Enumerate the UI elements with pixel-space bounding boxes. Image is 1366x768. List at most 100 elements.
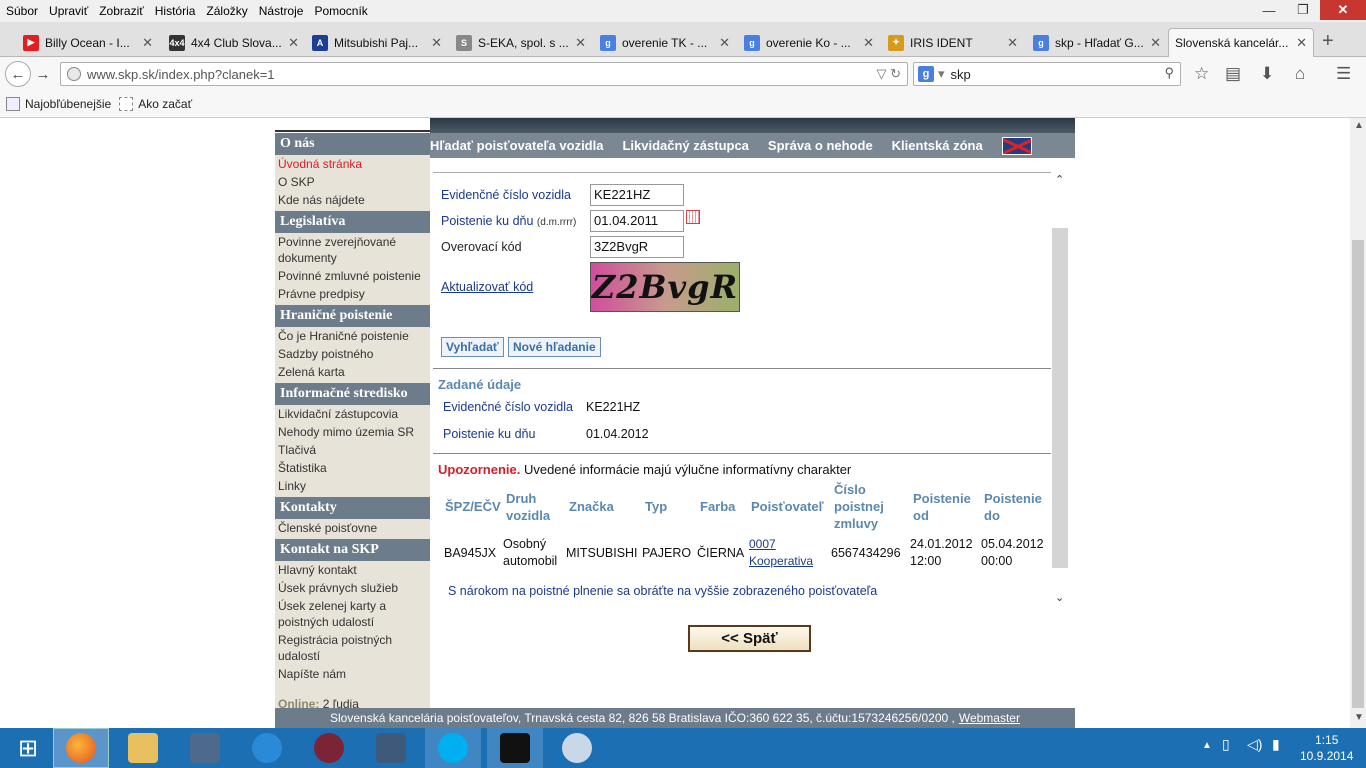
- sidebar-item[interactable]: Registrácia poistných udalostí: [275, 631, 430, 665]
- sidebar-item[interactable]: Tlačivá: [275, 441, 430, 459]
- forward-arrow-icon[interactable]: →: [33, 61, 53, 87]
- taskbar-blackberry[interactable]: [487, 728, 543, 768]
- sidebar-item[interactable]: Linky: [275, 477, 430, 495]
- tab-close-icon[interactable]: ✕: [719, 35, 730, 51]
- page-scrollbar[interactable]: ▲ ▼: [1350, 118, 1366, 728]
- taskbar-firefox[interactable]: [53, 728, 109, 768]
- download-icon[interactable]: ⬇: [1260, 64, 1274, 84]
- home-icon[interactable]: ⌂: [1295, 64, 1305, 84]
- browser-tab[interactable]: ▶ Billy Ocean - I... ✕: [17, 28, 159, 57]
- taskbar-skype[interactable]: [425, 728, 481, 768]
- back-arrow-icon[interactable]: ←: [5, 61, 31, 87]
- tab-close-icon[interactable]: ✕: [142, 35, 153, 51]
- inner-scrollbar-thumb[interactable]: [1052, 228, 1068, 568]
- browser-tab[interactable]: g skp - Hľadať G... ✕: [1027, 28, 1167, 57]
- tab-close-icon[interactable]: ✕: [1007, 35, 1018, 51]
- reload-icon[interactable]: ▽ ↻: [876, 66, 901, 82]
- insurer-link[interactable]: 0007 Kooperativa: [749, 536, 819, 570]
- magnifier-icon[interactable]: ⚲: [1164, 65, 1174, 81]
- browser-tab[interactable]: A Mitsubishi Paj... ✕: [306, 28, 448, 57]
- menu-item[interactable]: Nástroje: [253, 1, 309, 21]
- inner-scrollbar[interactable]: ⌃ ⌄: [1052, 173, 1068, 604]
- sidebar-item[interactable]: Právne predpisy: [275, 285, 430, 303]
- tab-close-icon[interactable]: ✕: [288, 35, 299, 51]
- device-icon[interactable]: ▯: [1222, 736, 1230, 753]
- english-flag-icon[interactable]: [1001, 136, 1032, 155]
- star-icon[interactable]: ☆: [1194, 64, 1209, 84]
- taskbar-paint[interactable]: [549, 728, 605, 768]
- sidebar-item[interactable]: Nehody mimo územia SR: [275, 423, 430, 441]
- tab-close-icon[interactable]: ✕: [431, 35, 442, 51]
- clock[interactable]: 1:15 10.9.2014: [1300, 732, 1353, 764]
- taskbar-ie[interactable]: [239, 728, 295, 768]
- bookmark-getting-started[interactable]: Ako začať: [119, 96, 192, 111]
- network-icon[interactable]: ▮: [1272, 736, 1280, 753]
- search-button[interactable]: Vyhľadať: [441, 337, 504, 357]
- sidebar-item[interactable]: Likvidační zástupcovia: [275, 405, 430, 423]
- menu-item[interactable]: Pomocník: [308, 1, 372, 21]
- page-scrollbar-thumb[interactable]: [1352, 240, 1364, 708]
- minimize-button[interactable]: —: [1252, 0, 1286, 20]
- browser-tab[interactable]: 4x4 4x4 Club Slova... ✕: [163, 28, 305, 57]
- taskbar-app[interactable]: [177, 728, 233, 768]
- sidebar-item[interactable]: Napíšte nám: [275, 665, 430, 683]
- menu-item[interactable]: História: [149, 1, 201, 21]
- menu-item[interactable]: Upraviť: [43, 1, 93, 21]
- sidebar-item[interactable]: Čo je Hraničné poistenie: [275, 327, 430, 345]
- menu-item[interactable]: Záložky: [200, 1, 252, 21]
- taskbar-explorer[interactable]: [115, 728, 171, 768]
- sidebar-item[interactable]: Úsek právnych služieb: [275, 579, 430, 597]
- browser-tab[interactable]: g overenie TK - ... ✕: [594, 28, 736, 57]
- tab-close-icon[interactable]: ✕: [863, 35, 874, 51]
- library-icon[interactable]: ▤: [1225, 64, 1241, 84]
- maximize-button[interactable]: ❐: [1286, 0, 1320, 20]
- browser-tab[interactable]: g overenie Ko - ... ✕: [738, 28, 880, 57]
- verification-code-input[interactable]: 3Z2BvgR: [590, 236, 684, 258]
- sidebar-item[interactable]: Hlavný kontakt: [275, 561, 430, 579]
- ecv-input[interactable]: KE221HZ: [590, 184, 684, 206]
- calendar-icon[interactable]: [686, 210, 700, 224]
- sidebar-item[interactable]: Sadzby poistného: [275, 345, 430, 363]
- webmaster-link[interactable]: Webmaster: [959, 711, 1020, 725]
- nav-find-insurer[interactable]: Hľadať poisťovateľa vozidla: [430, 138, 603, 153]
- back-button[interactable]: << Späť: [688, 625, 811, 652]
- menu-item[interactable]: Súbor: [0, 1, 43, 21]
- tab-close-icon[interactable]: ✕: [1296, 35, 1307, 51]
- search-input[interactable]: skp: [951, 67, 971, 82]
- tray-chevron-icon[interactable]: ▲: [1202, 740, 1212, 751]
- scroll-down-icon[interactable]: ⌄: [1055, 591, 1064, 604]
- sidebar-item[interactable]: Povinné zmluvné poistenie: [275, 267, 430, 285]
- scroll-up-icon[interactable]: ⌃: [1055, 173, 1064, 186]
- sidebar-item[interactable]: Úsek zelenej karty a poistných udalostí: [275, 597, 430, 631]
- new-tab-icon[interactable]: +: [1322, 30, 1334, 53]
- scroll-down-icon[interactable]: ▼: [1354, 712, 1364, 723]
- browser-tab[interactable]: ✦ IRIS IDENT ✕: [882, 28, 1024, 57]
- search-bar[interactable]: g ▾ skp ⚲: [913, 62, 1181, 86]
- start-button[interactable]: ⊞: [0, 728, 56, 768]
- sidebar-item[interactable]: Členské poisťovne: [275, 519, 430, 537]
- sidebar-item[interactable]: Štatistika: [275, 459, 430, 477]
- taskbar-media[interactable]: [301, 728, 357, 768]
- chevron-down-icon[interactable]: ▾: [938, 66, 945, 82]
- close-button[interactable]: ✕: [1320, 0, 1366, 20]
- sidebar-item[interactable]: Povinne zverejňované dokumenty: [275, 233, 430, 267]
- sidebar-item[interactable]: Zelená karta: [275, 363, 430, 381]
- sidebar-item[interactable]: O SKP: [275, 173, 430, 191]
- taskbar-remote[interactable]: [363, 728, 419, 768]
- refresh-code-link[interactable]: Aktualizovať kód: [441, 280, 533, 294]
- new-search-button[interactable]: Nové hľadanie: [508, 337, 601, 357]
- bookmark-favorites[interactable]: Najobľúbenejšie: [6, 96, 111, 111]
- scroll-up-icon[interactable]: ▲: [1354, 120, 1364, 131]
- nav-claims-representative[interactable]: Likvidačný zástupca: [622, 138, 748, 153]
- browser-tab[interactable]: Slovenská kancelár... ✕: [1168, 28, 1314, 57]
- tab-close-icon[interactable]: ✕: [575, 35, 586, 51]
- speaker-icon[interactable]: ◁): [1247, 736, 1262, 753]
- hamburger-menu-icon[interactable]: ☰: [1336, 64, 1351, 84]
- sidebar-item[interactable]: Kde nás nájdete: [275, 191, 430, 209]
- url-bar[interactable]: www.skp.sk/index.php?clanek=1 ▽ ↻: [60, 62, 908, 86]
- browser-tab[interactable]: S S-EKA, spol. s ... ✕: [450, 28, 592, 57]
- nav-accident-report[interactable]: Správa o nehode: [768, 138, 873, 153]
- tab-close-icon[interactable]: ✕: [1150, 35, 1161, 51]
- menu-item[interactable]: Zobraziť: [93, 1, 149, 21]
- sidebar-item[interactable]: Úvodná stránka: [275, 155, 430, 173]
